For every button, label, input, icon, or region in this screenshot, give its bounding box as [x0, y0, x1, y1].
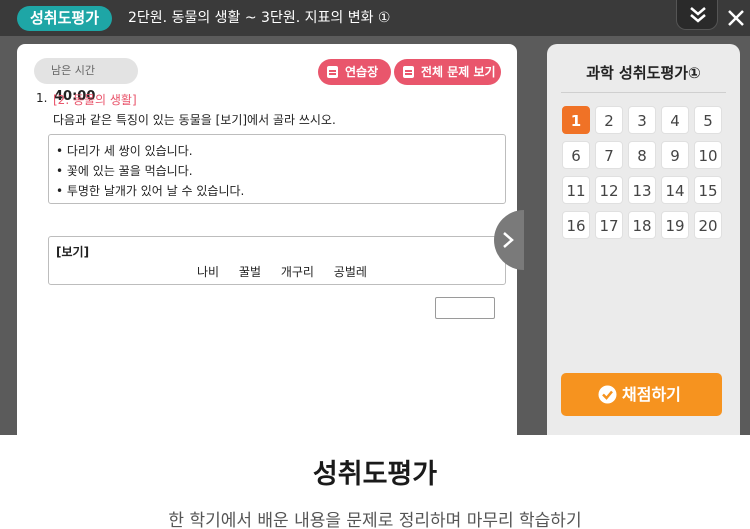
- hint-box: • 다리가 세 쌍이 있습니다. • 꽃에 있는 꿀을 먹습니다. • 투명한 …: [48, 134, 506, 204]
- question-nav-button[interactable]: 9: [661, 141, 689, 169]
- example-item: 나비: [197, 265, 220, 279]
- hint-line: • 투명한 날개가 있어 날 수 있습니다.: [56, 184, 245, 198]
- timer-label: 남은 시간: [51, 64, 95, 77]
- caption-subtitle: 한 학기에서 배운 내용을 문제로 정리하며 마무리 학습하기: [168, 511, 582, 529]
- practice-button[interactable]: 연습장: [318, 59, 391, 85]
- collapse-button[interactable]: [676, 0, 718, 30]
- question-nav-button[interactable]: 5: [694, 106, 722, 134]
- timer: 남은 시간 40:00: [34, 58, 138, 104]
- question-nav-button[interactable]: 18: [628, 211, 656, 239]
- question-nav-button[interactable]: 3: [628, 106, 656, 134]
- notepad-icon: [327, 66, 338, 78]
- close-button[interactable]: [726, 8, 746, 28]
- grade-label: 채점하기: [622, 385, 681, 404]
- example-item: 공벌레: [333, 265, 367, 279]
- example-box: [보기] 나비 꿀벌 개구리 공벌레: [48, 236, 506, 285]
- question-navigator: 과학 성취도평가① 1 2 3 4 5 6 7 8 9 10 11 12 13 14 15 16 17 18 19 2…: [547, 44, 740, 435]
- question-nav-button[interactable]: 11: [562, 176, 590, 204]
- hint-line: • 다리가 세 쌍이 있습니다.: [56, 144, 193, 158]
- divider: [561, 92, 726, 93]
- example-item: 꿀벌: [238, 265, 262, 279]
- list-icon: [403, 66, 414, 78]
- example-items: 나비 꿀벌 개구리 공벌레: [197, 263, 383, 280]
- hint-line: • 꽃에 있는 꿀을 먹습니다.: [56, 164, 193, 178]
- answer-input[interactable]: [435, 297, 495, 319]
- question-nav-button[interactable]: 10: [694, 141, 722, 169]
- grade-button[interactable]: 채점하기: [561, 373, 722, 416]
- example-item: 개구리: [280, 265, 314, 279]
- practice-label: 연습장: [345, 65, 379, 79]
- question-nav-button[interactable]: 2: [595, 106, 623, 134]
- top-bar: 성취도평가 2단원. 동물의 생활 ~ 3단원. 지표의 변화 ①: [0, 0, 750, 36]
- question-nav-button[interactable]: 14: [661, 176, 689, 204]
- question-panel: 남은 시간 40:00 연습장 전체 문제 보기 1. [2. 동물의 생활] …: [17, 44, 517, 444]
- double-chevron-down-icon: [690, 7, 706, 23]
- question-nav-button[interactable]: 13: [628, 176, 656, 204]
- caption-title: 성취도평가: [312, 459, 438, 490]
- all-questions-label: 전체 문제 보기: [421, 65, 496, 79]
- unit-title: 2단원. 동물의 생활 ~ 3단원. 지표의 변화 ①: [128, 10, 391, 26]
- question-nav-button[interactable]: 17: [595, 211, 623, 239]
- check-circle-icon: [598, 385, 617, 404]
- question-nav-button[interactable]: 4: [661, 106, 689, 134]
- all-questions-button[interactable]: 전체 문제 보기: [394, 59, 501, 85]
- question-nav-button[interactable]: 6: [562, 141, 590, 169]
- question-nav-button[interactable]: 8: [628, 141, 656, 169]
- question-nav-button[interactable]: 12: [595, 176, 623, 204]
- chevron-right-icon: [503, 232, 514, 248]
- question-text: 다음과 같은 특징이 있는 동물을 [보기]에서 골라 쓰시오.: [53, 113, 336, 127]
- question-nav-button[interactable]: 16: [562, 211, 590, 239]
- section-badge: 성취도평가: [17, 6, 113, 31]
- question-nav-button[interactable]: 1: [562, 106, 590, 134]
- question-nav-button[interactable]: 20: [694, 211, 722, 239]
- question-tag: [2. 동물의 생활]: [53, 93, 137, 107]
- close-icon: [728, 10, 744, 26]
- question-nav-button[interactable]: 15: [694, 176, 722, 204]
- question-nav-button[interactable]: 19: [661, 211, 689, 239]
- example-title: [보기]: [56, 245, 90, 259]
- navigator-title: 과학 성취도평가①: [586, 64, 701, 82]
- question-nav-button[interactable]: 7: [595, 141, 623, 169]
- question-number: 1.: [36, 91, 48, 105]
